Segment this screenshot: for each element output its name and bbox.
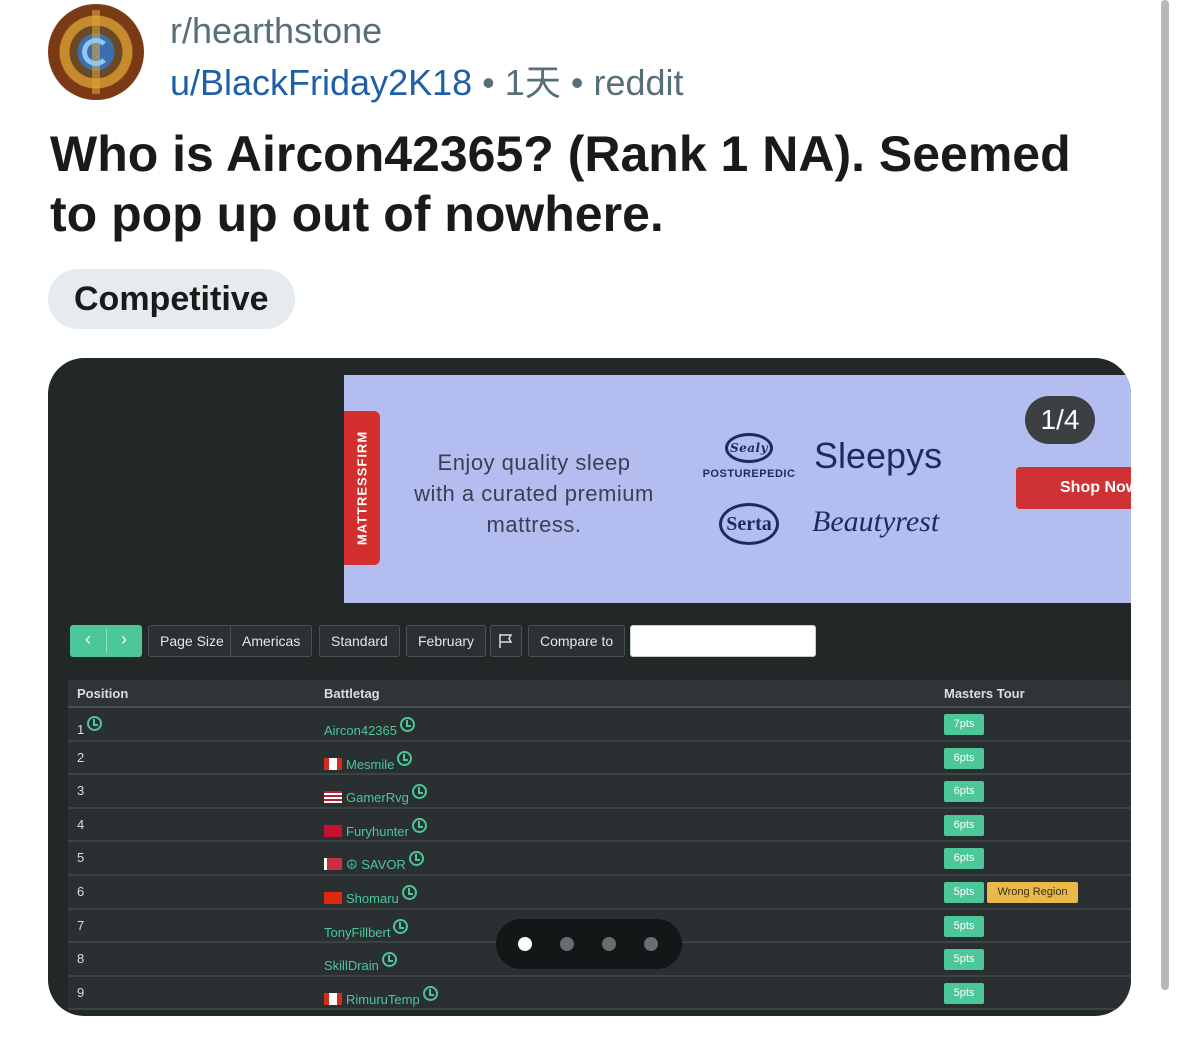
history-icon[interactable] (397, 750, 413, 766)
region-dropdown[interactable]: Americas (230, 625, 313, 657)
serta-logo: Serta (719, 503, 779, 545)
shop-now-button[interactable]: Shop Now (1016, 467, 1131, 509)
row-position: 2 (77, 749, 85, 765)
history-icon[interactable] (381, 952, 397, 968)
gallery-counter: 1/4 (1025, 396, 1095, 444)
history-icon[interactable] (393, 918, 409, 934)
masters-points-badge: 5pts (944, 949, 984, 971)
country-flag-icon (324, 824, 342, 837)
table-row[interactable]: 1 Aircon42365 7pts (68, 708, 1131, 742)
table-header: Position Battletag Masters Tour (68, 680, 1131, 708)
header-battletag[interactable]: Battletag (324, 686, 380, 701)
history-icon[interactable] (408, 851, 424, 867)
gallery-dot-4[interactable] (644, 937, 658, 951)
battletag-link[interactable]: Shomaru (324, 884, 417, 906)
masters-points-badge: 6pts (944, 814, 984, 836)
gallery-image[interactable]: MATTRESSFIRM Enjoy quality sleep with a … (48, 358, 1131, 1016)
chevron-right-icon[interactable]: › (106, 629, 142, 650)
battletag-link[interactable]: RimuruTemp (324, 985, 438, 1007)
page-nav-buttons: ‹ › (70, 625, 142, 657)
ad-tagline: Enjoy quality sleep with a curated premi… (414, 450, 654, 537)
row-position: 7 (77, 917, 85, 933)
table-row[interactable]: 4 Furyhunter 6pts (68, 808, 1131, 843)
masters-points-badge: 6pts (944, 747, 984, 769)
country-flag-icon (324, 791, 342, 804)
masters-points-badge: 6pts (944, 781, 984, 803)
mode-dropdown[interactable]: Standard (319, 625, 400, 657)
swirl-icon (82, 38, 110, 66)
country-flag-icon (324, 858, 342, 871)
table-row[interactable]: 9 RimuruTemp 5pts (68, 976, 1131, 1011)
compare-to-button[interactable]: Compare to (528, 625, 626, 657)
history-icon[interactable] (400, 717, 415, 732)
sealy-logo: Sealy POSTUREPEDIC (699, 433, 799, 480)
meta-separator: • (570, 62, 584, 103)
history-icon[interactable] (411, 784, 427, 800)
mattressfirm-logo: MATTRESSFIRM (344, 411, 380, 565)
row-position: 5 (77, 850, 85, 866)
beautyrest-logo: Beautyrest (812, 505, 940, 538)
gallery-dot-2[interactable] (560, 937, 574, 951)
country-flag-icon (324, 757, 342, 770)
masters-points-badge: 6pts (944, 848, 984, 870)
battletag-link[interactable]: TonyFillbert (324, 918, 409, 940)
country-flag-icon (324, 891, 342, 904)
post-source: reddit (593, 62, 684, 103)
header-masters-tour[interactable]: Masters Tour (944, 686, 1025, 701)
row-position: 1 (77, 716, 103, 737)
wrong-region-badge: Wrong Region (987, 881, 1078, 903)
masters-points-badge: 7pts (944, 714, 984, 735)
gallery-dot-1[interactable] (518, 937, 532, 951)
meta-separator: • (482, 62, 495, 103)
post-flair[interactable]: Competitive (48, 269, 295, 329)
mattress-ad-banner[interactable]: MATTRESSFIRM Enjoy quality sleep with a … (344, 375, 1131, 603)
post-age: 1天 (504, 62, 561, 103)
battletag-link[interactable]: ☮ SAVOR (324, 851, 424, 873)
header-position[interactable]: Position (77, 686, 128, 701)
page-scrollbar[interactable] (1161, 0, 1169, 990)
row-position: 9 (77, 984, 85, 1000)
username-link[interactable]: u/BlackFriday2K18 (170, 62, 472, 103)
battletag-link[interactable]: SkillDrain (324, 952, 397, 973)
flag-icon (499, 634, 513, 648)
battletag-link[interactable]: Furyhunter (324, 817, 427, 839)
flag-filter-button[interactable] (490, 625, 522, 657)
post-meta: u/BlackFriday2K18 • 1天 • reddit (170, 54, 684, 106)
masters-points-badge: 5pts (944, 881, 984, 903)
post-title[interactable]: Who is Aircon42365? (Rank 1 NA). Seemed … (50, 124, 1120, 244)
compare-input[interactable] (630, 625, 816, 657)
country-flag-icon (324, 992, 342, 1005)
battletag-link[interactable]: GamerRvg (324, 784, 427, 805)
row-position: 6 (77, 883, 85, 899)
gallery-dot-3[interactable] (602, 937, 616, 951)
subreddit-avatar[interactable] (48, 4, 144, 100)
table-row[interactable]: 6 Shomaru 5pts Wrong Region (68, 875, 1131, 910)
chevron-left-icon[interactable]: ‹ (70, 629, 106, 650)
month-dropdown[interactable]: February (406, 625, 487, 657)
page-size-button[interactable]: Page Size (148, 625, 236, 657)
masters-points-badge: 5pts (944, 982, 984, 1004)
masters-points-badge: 5pts (944, 915, 984, 937)
history-icon[interactable] (411, 817, 427, 833)
table-row[interactable]: 2 Mesmile 6pts (68, 741, 1131, 776)
sleepys-logo: Sleepys (814, 435, 943, 476)
subreddit-name[interactable]: r/hearthstone (170, 10, 382, 52)
table-row[interactable]: 5 ☮ SAVOR 6pts (68, 842, 1131, 876)
history-icon[interactable] (422, 985, 438, 1001)
history-icon[interactable] (401, 884, 417, 900)
row-position: 3 (77, 783, 85, 799)
row-position: 4 (77, 816, 85, 832)
battletag-link[interactable]: Aircon42365 (324, 717, 415, 738)
gallery-pagination (496, 919, 682, 969)
table-row[interactable]: 3 GamerRvg 6pts (68, 775, 1131, 809)
battletag-link[interactable]: Mesmile (324, 750, 413, 772)
history-icon[interactable] (87, 716, 103, 731)
row-position: 8 (77, 951, 85, 967)
